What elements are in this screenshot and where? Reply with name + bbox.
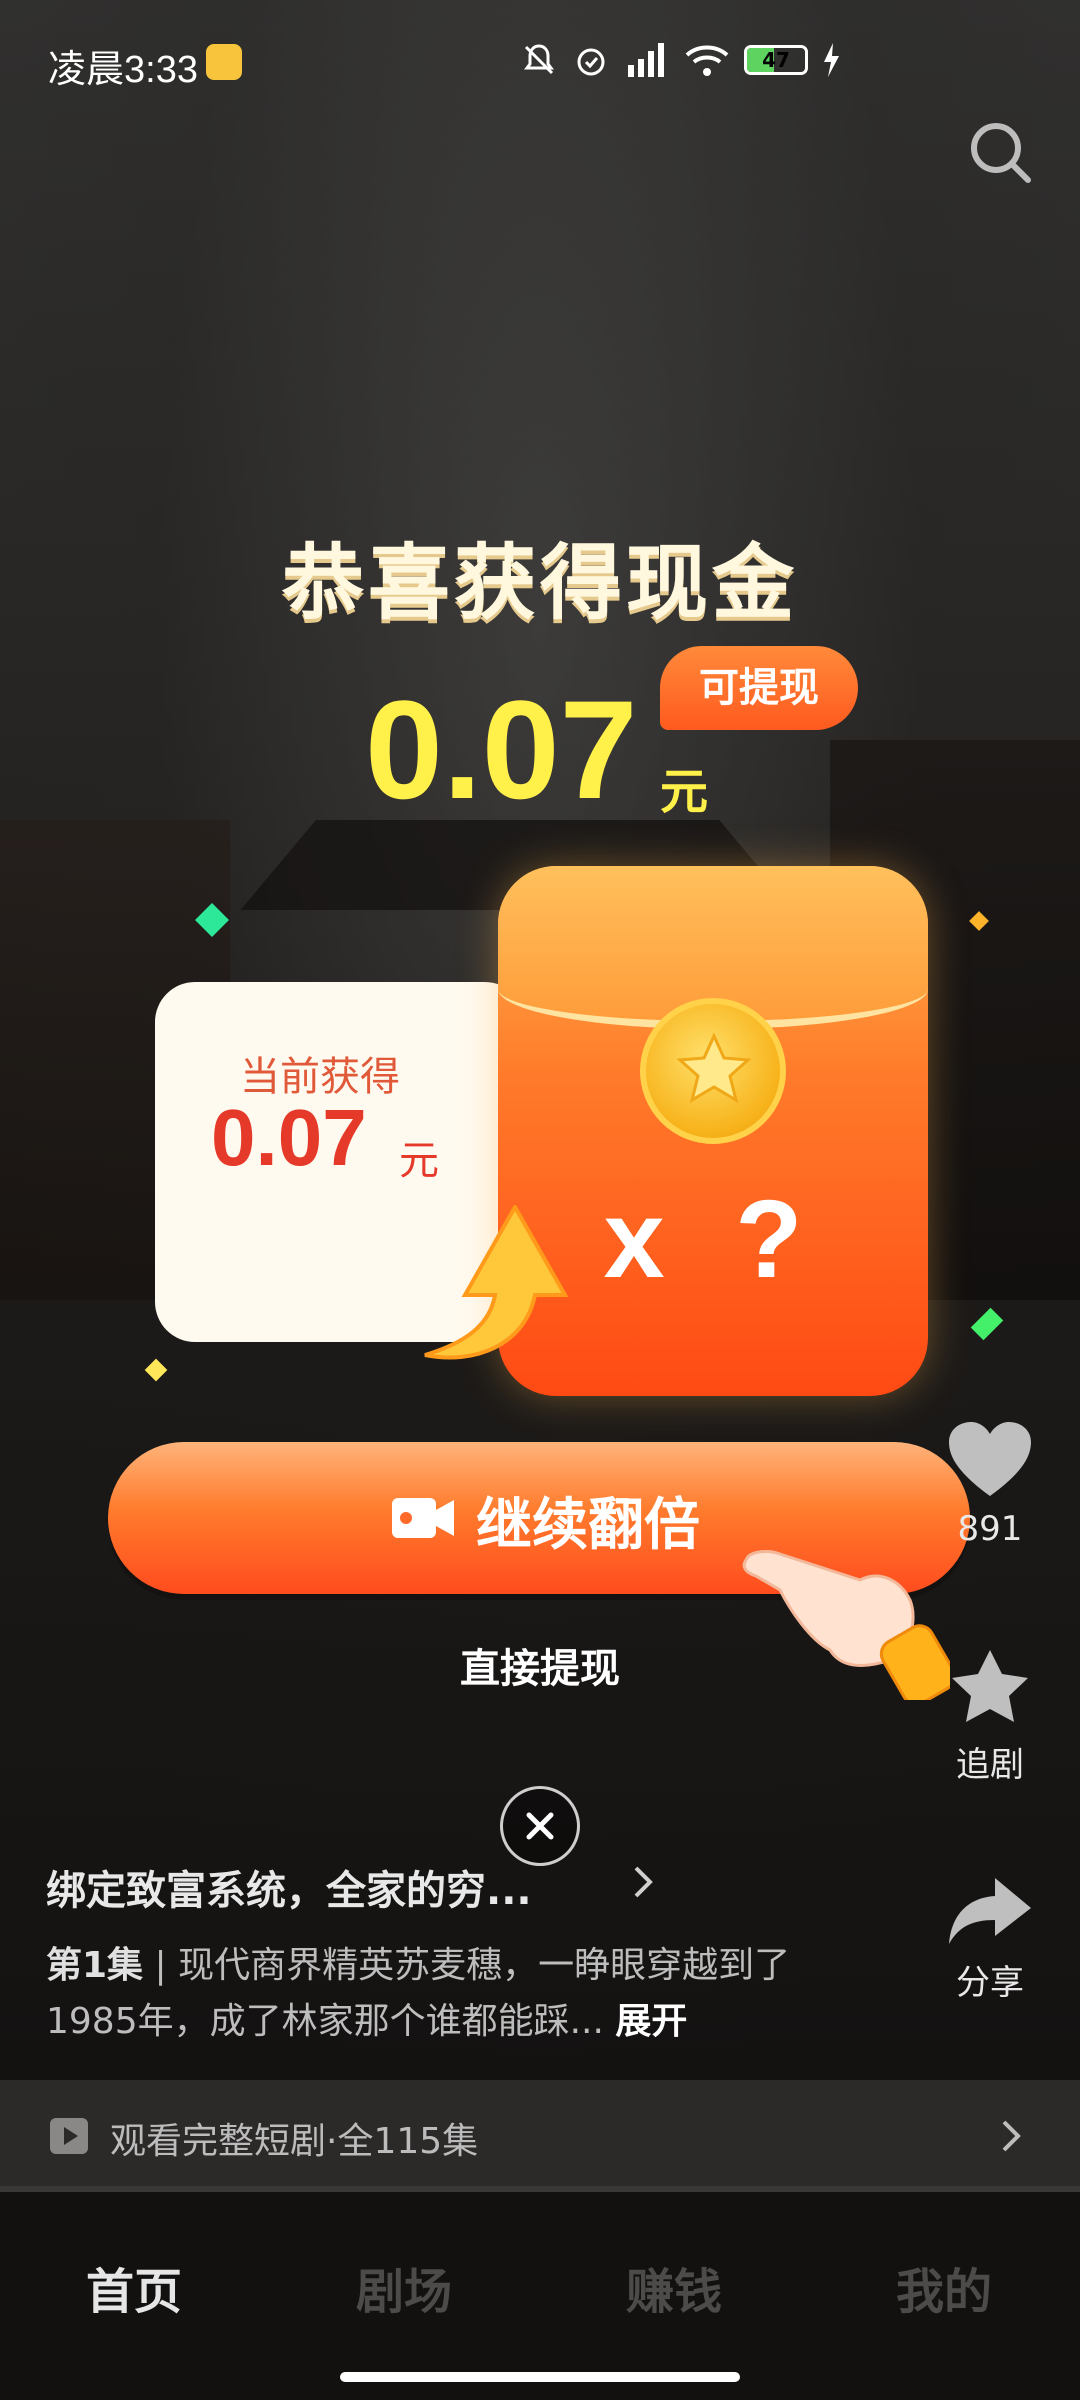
- direct-withdraw-link[interactable]: 直接提现: [0, 1636, 1080, 1694]
- star-coin-icon: [640, 998, 786, 1144]
- like-count: 891: [957, 1509, 1023, 1549]
- chevron-right-icon[interactable]: [628, 1862, 658, 1902]
- follow-drama-button[interactable]: 追剧: [940, 1648, 1040, 1786]
- reward-unit: 元: [660, 764, 709, 820]
- tab-theater[interactable]: 剧场: [304, 2252, 504, 2322]
- drama-title[interactable]: 绑定致富系统，全家的穷...: [46, 1858, 532, 1916]
- follow-drama-label: 追剧: [956, 1745, 1024, 1785]
- share-button[interactable]: 分享: [940, 1874, 1040, 2004]
- tab-earn[interactable]: 赚钱: [574, 2252, 774, 2322]
- chevron-right-icon: [1002, 2120, 1021, 2152]
- current-earning-amount: 0.07: [211, 1093, 367, 1182]
- bottom-tab-bar: 首页 剧场 赚钱 我的: [0, 2192, 1080, 2400]
- close-icon: [526, 1812, 554, 1840]
- reward-title: 恭喜获得现金: [281, 536, 798, 631]
- alarm-icon: [577, 48, 605, 76]
- star-icon: [952, 1650, 1028, 1722]
- episode-label: 第1集: [46, 1945, 144, 1986]
- current-earning-unit: 元: [399, 1138, 439, 1184]
- watch-full-drama-label: 观看完整短剧·全115集: [110, 2121, 479, 2162]
- status-icons: 47: [520, 40, 840, 80]
- heart-icon: [949, 1422, 1031, 1496]
- reward-amount: 0.07: [365, 671, 638, 828]
- share-arrow-icon: [949, 1878, 1031, 1944]
- continue-double-label: 继续翻倍: [476, 1493, 700, 1558]
- mute-bell-icon: [524, 44, 554, 75]
- watch-full-drama-bar[interactable]: 观看完整短剧·全115集: [0, 2080, 1080, 2190]
- search-icon[interactable]: [966, 118, 1036, 188]
- battery-icon: 47: [744, 45, 808, 75]
- withdrawable-badge: 可提现: [660, 646, 858, 730]
- tab-home[interactable]: 首页: [34, 2252, 234, 2322]
- signal-icon: [628, 43, 664, 77]
- like-button[interactable]: 891: [940, 1420, 1040, 1549]
- app-notification-icon: [206, 44, 242, 80]
- wifi-icon: [685, 45, 729, 76]
- battery-level: 47: [762, 48, 790, 72]
- video-camera-icon: [392, 1498, 454, 1538]
- close-button[interactable]: [500, 1786, 580, 1866]
- drama-description: 第1集 | 现代商界精英苏麦穗，一睁眼穿越到了1985年，成了林家那个谁都能踩.…: [46, 1945, 791, 2042]
- expand-link[interactable]: 展开: [615, 2001, 687, 2042]
- tab-mine[interactable]: 我的: [844, 2252, 1044, 2322]
- home-indicator[interactable]: [340, 2372, 740, 2382]
- charging-icon: [824, 43, 839, 77]
- play-icon: [50, 2118, 88, 2154]
- status-bar: 凌晨3:33 47: [0, 0, 1080, 130]
- share-label: 分享: [956, 1963, 1024, 2003]
- status-time: 凌晨3:33: [48, 49, 198, 91]
- arrow-up-icon: [424, 1205, 569, 1360]
